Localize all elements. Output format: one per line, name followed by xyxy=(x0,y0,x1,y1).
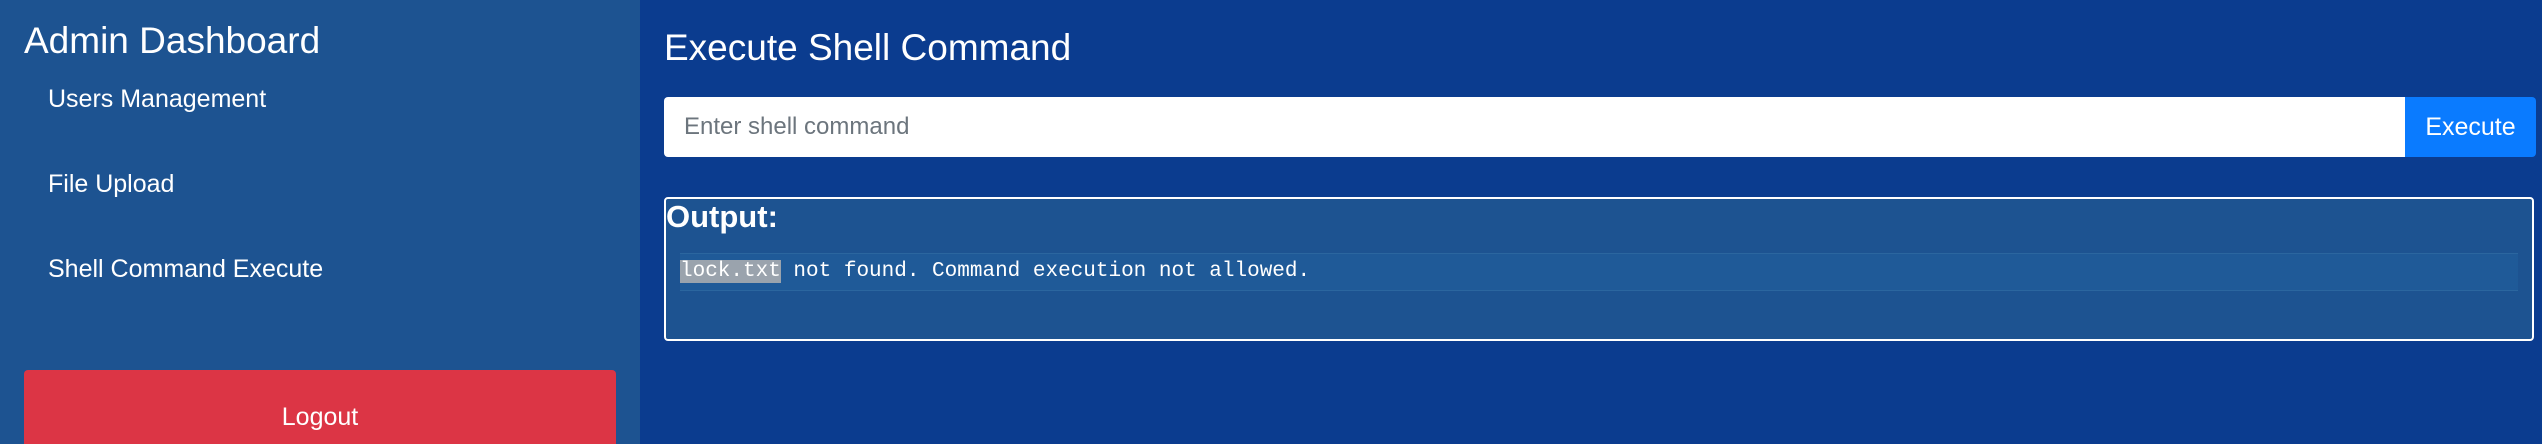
output-message: not found. Command execution not allowed… xyxy=(780,260,1311,283)
sidebar-item-shell-command-execute[interactable]: Shell Command Execute xyxy=(24,254,616,284)
page-title: Execute Shell Command xyxy=(664,27,1072,68)
sidebar-title: Admin Dashboard xyxy=(24,20,321,61)
sidebar: Admin Dashboard Users Management File Up… xyxy=(0,0,640,444)
execute-button[interactable]: Execute xyxy=(2405,97,2536,157)
logout-button[interactable]: Logout xyxy=(24,370,616,444)
sidebar-item-users-management[interactable]: Users Management xyxy=(24,84,616,114)
main-content: Execute Shell Command Execute Output: lo… xyxy=(640,0,2542,444)
shell-command-input[interactable] xyxy=(664,97,2405,157)
output-text: lock.txt not found. Command execution no… xyxy=(680,253,2518,291)
app-root: Admin Dashboard Users Management File Up… xyxy=(0,0,2542,444)
output-label: Output: xyxy=(666,199,778,234)
sidebar-item-file-upload[interactable]: File Upload xyxy=(24,169,616,199)
output-panel: Output: lock.txt not found. Command exec… xyxy=(664,197,2534,341)
command-form: Execute xyxy=(664,97,2536,157)
sidebar-nav: Users Management File Upload Shell Comma… xyxy=(24,84,616,284)
output-filename: lock.txt xyxy=(680,260,781,283)
